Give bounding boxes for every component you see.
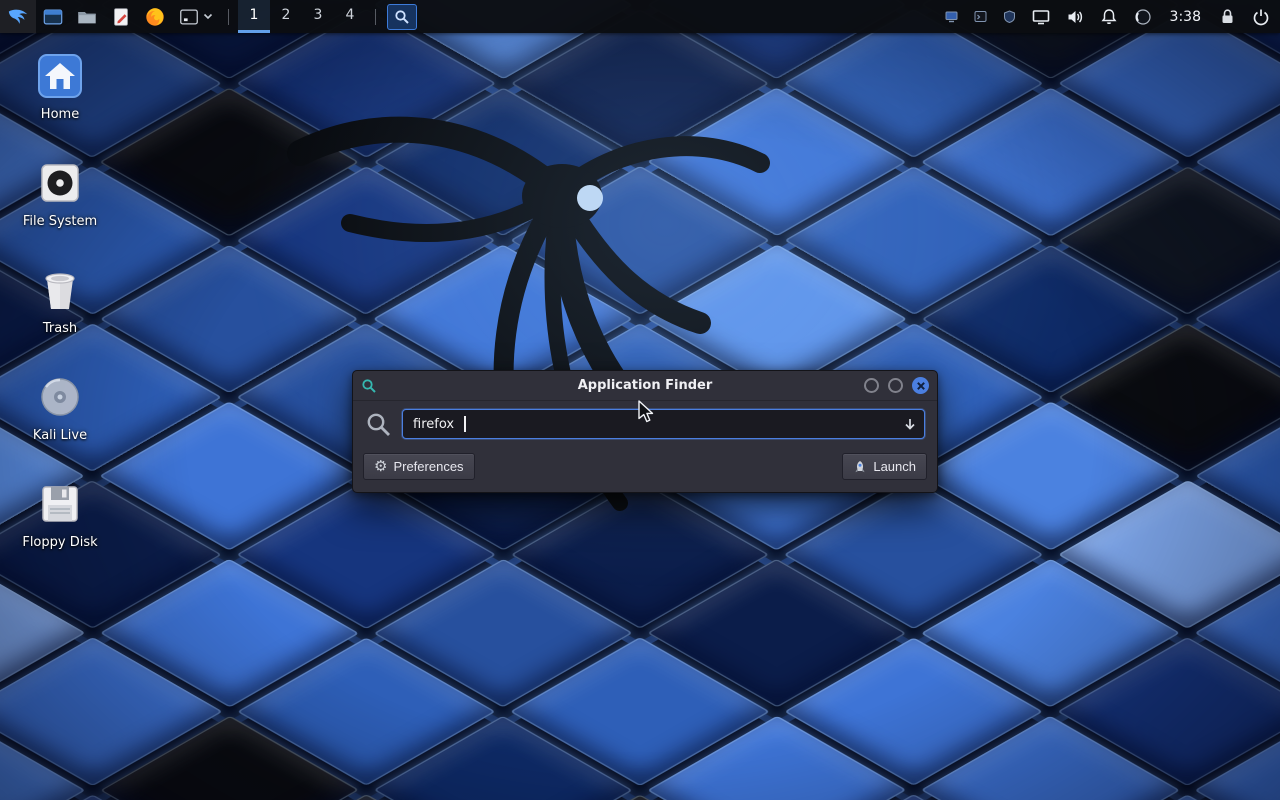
window-manager-launcher[interactable]	[36, 0, 70, 33]
desktop-icon-file-system[interactable]: File System	[12, 159, 108, 229]
minimize-button[interactable]	[864, 378, 879, 393]
trash-icon	[36, 266, 84, 314]
display-icon	[1032, 8, 1050, 26]
desktop-icon-floppy-disk[interactable]: Floppy Disk	[12, 480, 108, 550]
text-editor-icon	[110, 6, 132, 28]
kali-menu-icon	[7, 6, 29, 28]
maximize-button[interactable]	[888, 378, 903, 393]
notifications-bell-icon	[1100, 8, 1118, 26]
arrow-down-icon[interactable]	[903, 417, 917, 431]
workspace-button-4[interactable]: 4	[334, 0, 366, 33]
file-manager-launcher[interactable]	[70, 0, 104, 33]
gear-icon: ⚙	[374, 459, 387, 474]
workspace-button-3[interactable]: 3	[302, 0, 334, 33]
applications-menu-button[interactable]	[0, 0, 36, 33]
system-tray: 3:38	[939, 0, 1280, 33]
window-titlebar[interactable]: Application Finder	[353, 371, 937, 401]
tray-indicator-2[interactable]	[968, 0, 993, 33]
network-status-icon	[1134, 8, 1152, 26]
preferences-button[interactable]: ⚙ Preferences	[363, 453, 475, 480]
kali-dragon-logo	[240, 28, 940, 588]
dialog-button-row: ⚙ Preferences Launch	[353, 443, 937, 492]
network-status-button[interactable]	[1128, 0, 1158, 33]
tray-display-icon	[945, 10, 958, 23]
panel-separator	[375, 9, 376, 25]
firefox-icon	[144, 6, 166, 28]
preferences-button-label: Preferences	[393, 459, 463, 474]
tray-shield-icon	[1003, 10, 1016, 23]
display-settings-button[interactable]	[1026, 0, 1056, 33]
file-manager-icon	[76, 6, 98, 28]
text-caret	[464, 416, 466, 432]
desktop-icon-label: Kali Live	[12, 428, 108, 443]
workspace-button-2[interactable]: 2	[270, 0, 302, 33]
launch-rocket-icon	[853, 460, 867, 474]
desktop-icon-kali-live[interactable]: Kali Live	[12, 373, 108, 443]
file-system-icon	[36, 159, 84, 207]
window-title: Application Finder	[353, 378, 937, 393]
desktop-icon-label: Floppy Disk	[12, 535, 108, 550]
floppy-disk-icon	[36, 480, 84, 528]
desktop-icon-label: Home	[12, 107, 108, 122]
home-icon	[36, 52, 84, 100]
top-panel: 1 2 3 4	[0, 0, 1280, 33]
desktop-icon-home[interactable]: Home	[12, 52, 108, 122]
app-finder-task-icon	[394, 9, 410, 25]
workspace-button-1[interactable]: 1	[238, 0, 270, 33]
application-finder-task-button[interactable]	[387, 4, 417, 30]
screen-lock-button[interactable]	[1213, 0, 1242, 33]
terminal-launcher[interactable]	[172, 0, 219, 33]
window-manager-icon	[42, 6, 64, 28]
application-finder-icon	[361, 378, 377, 394]
power-icon	[1252, 8, 1270, 26]
tray-terminal-icon	[974, 10, 987, 23]
terminal-icon	[178, 6, 200, 28]
text-editor-launcher[interactable]	[104, 0, 138, 33]
search-field	[402, 409, 925, 439]
firefox-launcher[interactable]	[138, 0, 172, 33]
desktop-screen: 1 2 3 4	[0, 0, 1280, 800]
launch-button[interactable]: Launch	[842, 453, 927, 480]
desktop-icon-trash[interactable]: Trash	[12, 266, 108, 336]
chevron-down-icon	[203, 13, 213, 20]
desktop-icon-label: File System	[12, 214, 108, 229]
tray-indicator-1[interactable]	[939, 0, 964, 33]
launch-button-label: Launch	[873, 459, 916, 474]
desktop-icon-label: Trash	[12, 321, 108, 336]
volume-button[interactable]	[1060, 0, 1090, 33]
clock[interactable]: 3:38	[1162, 0, 1209, 33]
close-button[interactable]	[912, 377, 929, 394]
screen-lock-icon	[1219, 8, 1236, 25]
application-finder-window: Application Finder	[352, 370, 938, 493]
power-button[interactable]	[1246, 0, 1276, 33]
tray-indicator-3[interactable]	[997, 0, 1022, 33]
panel-separator	[228, 9, 229, 25]
notifications-button[interactable]	[1094, 0, 1124, 33]
search-icon	[365, 411, 392, 438]
kali-live-disc-icon	[36, 373, 84, 421]
search-input[interactable]	[402, 409, 925, 439]
volume-icon	[1066, 8, 1084, 26]
mouse-cursor	[637, 400, 657, 424]
